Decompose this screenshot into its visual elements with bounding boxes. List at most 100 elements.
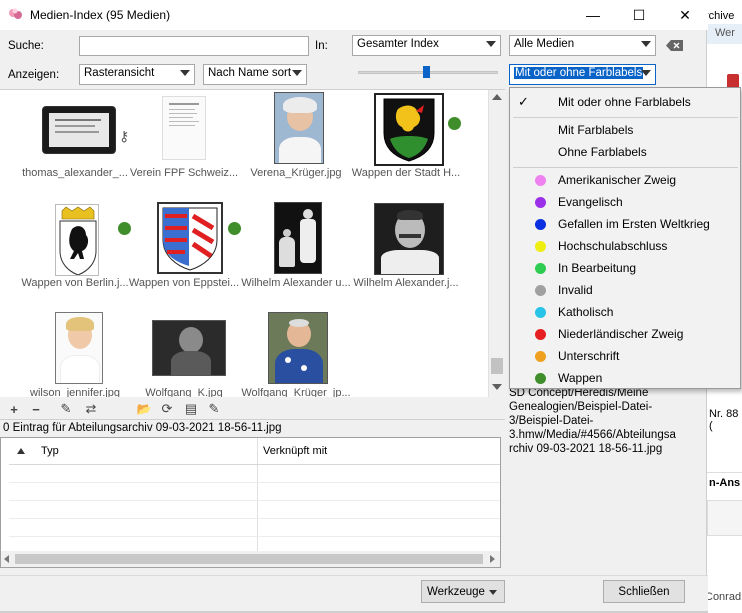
- chevron-down-icon: [641, 70, 651, 76]
- color-dot-icon: [535, 175, 546, 186]
- search-input[interactable]: [79, 36, 309, 56]
- color-dot-icon: [535, 263, 546, 274]
- color-dot-icon: [535, 351, 546, 362]
- scope-select[interactable]: Gesamter Index: [352, 35, 501, 56]
- view-label: Anzeigen:: [8, 69, 60, 81]
- bg-box: [707, 500, 742, 536]
- tools-button[interactable]: Werkzeuge: [421, 580, 505, 603]
- minimize-button[interactable]: —: [570, 0, 616, 30]
- menu-item-color-label[interactable]: In Bearbeitung: [558, 261, 636, 275]
- color-label-value: Mit oder ohne Farblabels: [514, 67, 644, 79]
- bg-text: rchive: [705, 10, 735, 22]
- menu-item-color-label[interactable]: Hochschulabschluss: [558, 239, 667, 253]
- media-thumbnail: [374, 203, 444, 275]
- wappen-color-dot: [448, 117, 461, 130]
- sort-up-icon[interactable]: [17, 448, 25, 454]
- slider-thumb[interactable]: [423, 66, 430, 78]
- media-thumbnail: [274, 202, 322, 274]
- bg-nr: Nr. 88 (: [709, 408, 739, 432]
- menu-item-with-or-without[interactable]: Mit oder ohne Farblabels: [558, 95, 691, 109]
- key-icon: ⚷: [119, 128, 130, 144]
- clear-search-icon[interactable]: [666, 40, 683, 51]
- scroll-thumb[interactable]: [491, 358, 503, 374]
- menu-item-color-label[interactable]: Katholisch: [558, 305, 613, 319]
- color-dot-icon: [535, 241, 546, 252]
- media-filter-select[interactable]: Alle Medien: [509, 35, 656, 56]
- wappen-color-dot: [118, 222, 131, 235]
- hscroll-thumb[interactable]: [15, 554, 483, 564]
- add-icon[interactable]: +: [5, 400, 23, 418]
- remove-icon[interactable]: −: [27, 400, 45, 418]
- scope-value: Gesamter Index: [357, 38, 439, 50]
- sort-value: Nach Name sort: [208, 67, 292, 79]
- media-caption: Wilhelm Alexander u...: [241, 277, 351, 289]
- menu-item-color-label[interactable]: Niederländischer Zweig: [558, 327, 683, 341]
- color-label-menu[interactable]: ✓ Mit oder ohne Farblabels Mit Farblabel…: [509, 87, 741, 389]
- color-dot-icon: [535, 329, 546, 340]
- media-thumbnail: [157, 202, 223, 274]
- media-grid[interactable]: ⚷ thomas_alexander_... Verein FPF Schwei…: [0, 89, 505, 397]
- view-mode-value: Rasteransicht: [84, 67, 155, 79]
- menu-item-color-label[interactable]: Amerikanischer Zweig: [558, 173, 676, 187]
- media-path: SD Concept/Heredis/Meine Genealogien/Bei…: [509, 387, 676, 455]
- zoom-slider[interactable]: [358, 66, 498, 82]
- sort-select[interactable]: Nach Name sort: [203, 64, 307, 85]
- scroll-left-icon[interactable]: [4, 555, 9, 563]
- scroll-down-icon[interactable]: [492, 384, 502, 390]
- maximize-button[interactable]: ☐: [616, 0, 662, 30]
- col-header-type[interactable]: Typ: [41, 438, 59, 464]
- bg-nans: n-Ans: [707, 472, 742, 496]
- media-thumbnail: [268, 312, 328, 384]
- column-divider: [257, 438, 258, 552]
- media-thumbnail: [55, 312, 103, 384]
- color-label-select[interactable]: Mit oder ohne Farblabels: [509, 64, 656, 85]
- media-caption: Wappen von Berlin.j...: [21, 277, 129, 289]
- scroll-right-icon[interactable]: [490, 555, 495, 563]
- media-caption: Wolfgang_Krüger_jp...: [241, 387, 351, 397]
- refresh-icon[interactable]: ⟳: [158, 400, 176, 418]
- media-thumbnail: [162, 96, 206, 160]
- menu-separator: [513, 167, 738, 168]
- scroll-up-icon[interactable]: [492, 94, 502, 100]
- menu-item-color-label[interactable]: Evangelisch: [558, 195, 623, 209]
- col-header-linked[interactable]: Verknüpft mit: [263, 438, 327, 464]
- grid-scrollbar[interactable]: [488, 90, 505, 397]
- chevron-down-icon: [641, 41, 651, 47]
- color-dot-icon: [535, 219, 546, 230]
- table-hscrollbar[interactable]: [1, 551, 500, 567]
- merge-icon[interactable]: ⇄: [82, 400, 100, 418]
- details-icon[interactable]: ✎: [205, 400, 223, 418]
- menu-item-color-label[interactable]: Invalid: [558, 283, 593, 297]
- color-dot-icon: [535, 307, 546, 318]
- folder-icon[interactable]: 📂: [135, 400, 153, 418]
- media-caption: Verena_Krüger.jpg: [250, 167, 342, 179]
- links-table[interactable]: Typ Verknüpft mit: [0, 437, 501, 568]
- wappen-color-dot: [228, 222, 241, 235]
- close-window-button[interactable]: ✕: [662, 0, 708, 30]
- menu-item-color-label[interactable]: Gefallen im Ersten Weltkrieg: [558, 217, 710, 231]
- view-mode-select[interactable]: Rasteransicht: [79, 64, 195, 85]
- links-info: 0 Eintrag für Abteilungsarchiv 09-03-202…: [3, 422, 282, 434]
- media-caption: thomas_alexander_...: [22, 167, 128, 179]
- menu-item-with-labels[interactable]: Mit Farblabels: [558, 123, 633, 137]
- tools-label: Werkzeuge: [427, 585, 485, 598]
- save-icon[interactable]: ▤: [182, 400, 200, 418]
- media-thumbnail: [374, 93, 444, 166]
- chevron-down-icon: [180, 70, 190, 76]
- media-toolbar: + − ✎ ⇄ 📂 ⟳ ▤ ✎: [0, 398, 505, 420]
- media-thumbnail: [55, 204, 99, 276]
- menu-item-color-label[interactable]: Unterschrift: [558, 349, 619, 363]
- menu-item-without-labels[interactable]: Ohne Farblabels: [558, 145, 647, 159]
- menu-separator: [513, 117, 738, 118]
- media-thumbnail: [42, 106, 116, 154]
- check-icon: ✓: [518, 94, 529, 109]
- color-dot-icon: [535, 197, 546, 208]
- edit-icon[interactable]: ✎: [57, 400, 75, 418]
- close-button[interactable]: Schließen: [603, 580, 685, 603]
- media-caption: Wappen von Eppstei...: [128, 277, 240, 289]
- media-caption: Verein FPF Schweiz...: [129, 167, 239, 179]
- search-label: Suche:: [8, 40, 44, 52]
- menu-item-color-label[interactable]: Wappen: [558, 371, 602, 385]
- in-label: In:: [315, 40, 328, 52]
- chevron-down-icon: [486, 41, 496, 47]
